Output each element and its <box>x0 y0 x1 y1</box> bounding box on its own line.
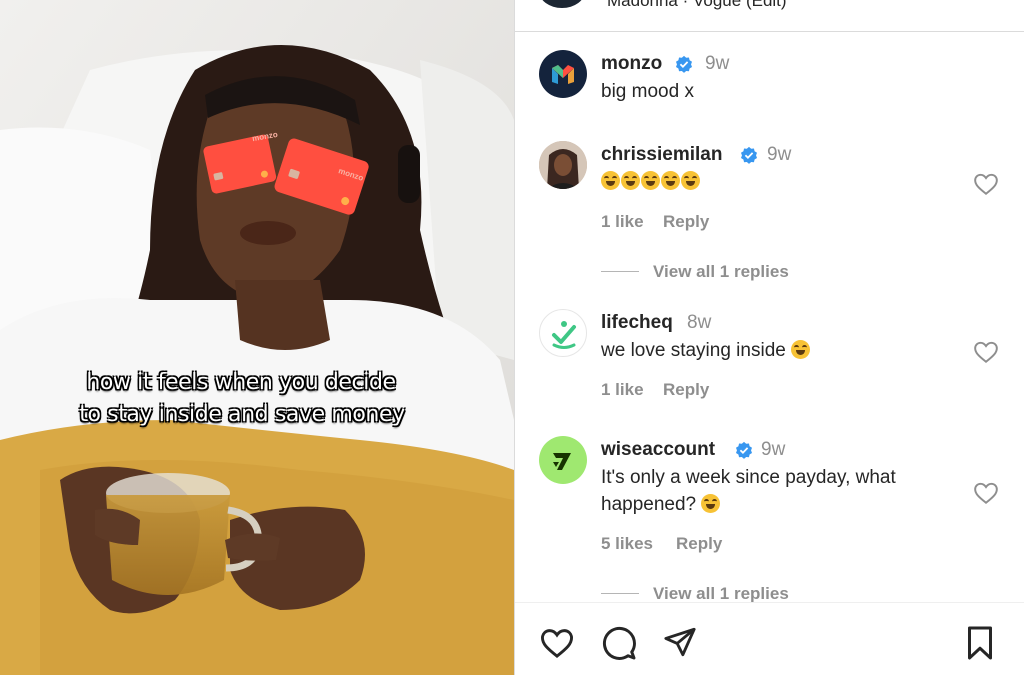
comment-emoji-text <box>601 168 701 195</box>
profile-photo <box>539 141 587 189</box>
rofl-emoji-icon <box>601 171 620 190</box>
bookmark-icon[interactable] <box>965 625 995 661</box>
caption-line-2: to stay inside and save money <box>79 402 405 427</box>
sweat-smile-emoji-icon <box>701 494 721 513</box>
reply-button[interactable]: Reply <box>663 212 709 232</box>
heart-icon[interactable] <box>973 481 999 505</box>
send-icon[interactable] <box>663 625 697 659</box>
view-replies-line <box>601 593 639 594</box>
post-header: Madonna · Vogue (Edit) <box>515 0 1024 32</box>
comment-text: we love staying inside <box>601 340 786 361</box>
comment-likes[interactable]: 1 like <box>601 212 644 232</box>
comment-text-row: we love staying inside <box>601 337 811 364</box>
reply-button[interactable]: Reply <box>663 380 709 400</box>
view-replies-line <box>601 271 639 272</box>
comment-time[interactable]: 9w <box>705 53 729 75</box>
avatar-monzo[interactable] <box>539 50 587 98</box>
comment-time[interactable]: 9w <box>761 439 785 461</box>
comment-username[interactable]: lifecheq <box>601 312 673 334</box>
lifecheq-logo-icon <box>552 321 576 349</box>
comment-text-line-2-row: happened? <box>601 491 721 518</box>
post-photo <box>0 0 514 675</box>
rofl-emoji-icon <box>791 340 811 359</box>
comment-time[interactable]: 8w <box>687 312 711 334</box>
wise-logo-icon <box>553 453 571 470</box>
avatar-lifecheq[interactable] <box>539 309 587 357</box>
view-replies-button[interactable]: View all 1 replies <box>653 584 789 604</box>
comment-text-line-1: It's only a week since payday, what <box>601 467 896 488</box>
verified-badge-icon <box>675 55 693 73</box>
heart-icon[interactable] <box>539 627 575 659</box>
rofl-emoji-icon <box>681 171 700 190</box>
rofl-emoji-icon <box>641 171 660 190</box>
reply-button[interactable]: Reply <box>676 534 722 554</box>
comment-icon[interactable] <box>601 625 637 661</box>
heart-icon[interactable] <box>973 172 999 196</box>
comments-panel: Madonna · Vogue (Edit) monzo 9w big mood… <box>514 0 1024 675</box>
heart-icon[interactable] <box>973 340 999 364</box>
rofl-emoji-icon <box>661 171 680 190</box>
comment-likes[interactable]: 1 like <box>601 380 644 400</box>
comment-username[interactable]: monzo <box>601 53 662 75</box>
rofl-emoji-icon <box>621 171 640 190</box>
view-replies-button[interactable]: View all 1 replies <box>653 262 789 282</box>
monzo-logo-icon <box>552 65 574 84</box>
post-media[interactable]: monzo monzo how it feels when you decide… <box>0 0 514 675</box>
comment-username[interactable]: chrissiemilan <box>601 144 722 166</box>
comment-text-line-2: happened? <box>601 494 697 515</box>
post-action-bar <box>515 602 1024 675</box>
avatar-chrissiemilan[interactable] <box>539 141 587 189</box>
comment-time[interactable]: 9w <box>767 144 791 166</box>
comment-text: big mood x <box>601 81 694 102</box>
comment-username[interactable]: wiseaccount <box>601 439 715 461</box>
verified-badge-icon <box>735 441 753 459</box>
caption-line-1: how it feels when you decide <box>86 370 396 395</box>
post-audio-subtitle[interactable]: Madonna · Vogue (Edit) <box>607 0 787 11</box>
comment-likes[interactable]: 5 likes <box>601 534 653 554</box>
avatar-wiseaccount[interactable] <box>539 436 587 484</box>
verified-badge-icon <box>740 146 758 164</box>
post-author-avatar[interactable] <box>539 0 585 8</box>
